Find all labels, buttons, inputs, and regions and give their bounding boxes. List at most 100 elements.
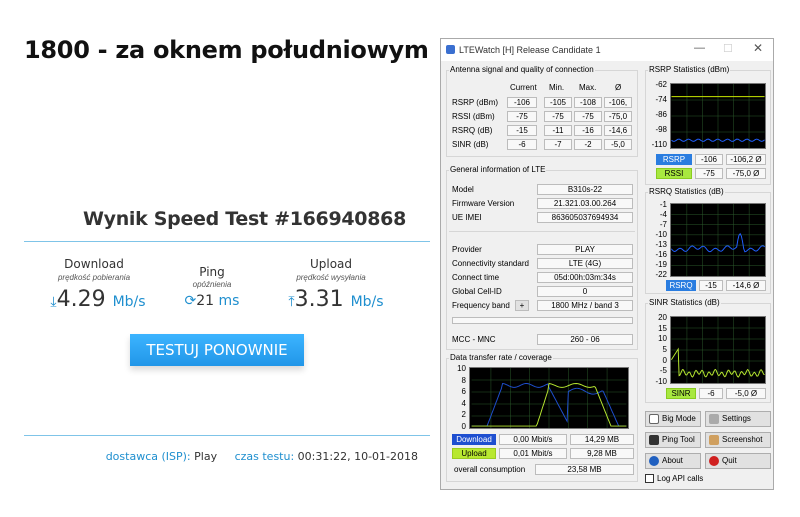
screenshot-icon [709, 434, 719, 445]
rsrp-stats-group: RSRP Statistics (dBm) -62 -74 -86 -98 -110 R… [645, 65, 771, 185]
fw-value: 21.321.03.00.264 [537, 198, 633, 209]
axis-tick-label: -16 [655, 250, 667, 259]
upload-value: ⤒3.31 Mb/s [288, 287, 384, 312]
sinr-average: -5,0 Ø [726, 388, 766, 399]
axis-tick-label: 10 [457, 364, 466, 373]
antenna-cell: -105 [544, 97, 572, 108]
quit-button[interactable]: Quit [705, 453, 771, 469]
maximize-icon[interactable]: ☐ [723, 42, 733, 55]
sinr-stats-group: SINR Statistics (dB) 20 15 10 5 0 -5 -10 SINR … [645, 298, 771, 403]
axis-tick-label: -98 [655, 125, 667, 134]
std-label: Connectivity standard [452, 259, 529, 268]
sinr-current: -6 [699, 388, 723, 399]
download-rate: 0,00 Mbit/s [499, 434, 567, 445]
group-title: SINR Statistics (dB) [648, 298, 721, 307]
antenna-row-label: RSRQ (dB) [452, 126, 493, 135]
antenna-cell: -106 [507, 97, 537, 108]
transfer-graph [469, 367, 629, 429]
ping-sub: opóźnienia [192, 280, 232, 289]
rsrp-average: -106,2 Ø [726, 154, 766, 165]
isp-label: dostawca (ISP): [105, 450, 191, 463]
antenna-cell: -11 [544, 125, 572, 136]
antenna-cell: -75 [544, 111, 572, 122]
rsrq-legend: RSRQ [666, 280, 696, 291]
antenna-cell: -7 [544, 139, 572, 150]
time-value: 00:31:22, 10-01-2018 [297, 450, 418, 463]
axis-tick-label: 10 [658, 334, 667, 344]
log-api-label: Log API calls [657, 474, 704, 483]
info-icon [649, 455, 659, 466]
axis-tick-label: -110 [651, 140, 667, 149]
antenna-cell: -15 [507, 125, 537, 136]
divider [24, 435, 430, 436]
col-header: Ø [615, 83, 622, 92]
upload-label: Upload [309, 257, 353, 271]
model-value: B310s-22 [537, 184, 633, 195]
axis-tick-label: -10 [655, 377, 667, 386]
big-mode-button[interactable]: Big Mode [645, 411, 701, 427]
axis-tick-label: 2 [461, 410, 466, 420]
log-api-checkbox[interactable] [645, 474, 654, 483]
screenshot-button[interactable]: Screenshot [705, 432, 771, 448]
axis-tick-label: 15 [658, 323, 667, 333]
mcc-value: 260 - 06 [537, 334, 633, 345]
upload-sub: prędkość wysyłania [296, 273, 366, 282]
axis-tick-label: -22 [655, 270, 667, 279]
divider [24, 241, 430, 242]
isp-value: Play [194, 450, 218, 463]
antenna-cell: -5,0 [604, 139, 632, 150]
axis-tick-label: -13 [655, 240, 667, 249]
upload-total: 9,28 MB [570, 448, 634, 459]
speedtest-panel: Wynik Speed Test #166940868 Download prę… [24, 205, 430, 473]
upload-rate: 0,01 Mbit/s [499, 448, 567, 459]
axis-tick-label: 5 [662, 345, 667, 354]
col-header: Max. [579, 83, 597, 92]
antenna-row-label: RSRP (dBm) [452, 98, 499, 107]
antenna-cell: -2 [574, 139, 602, 150]
connect-time-value: 05d:00h:03m:34s [537, 272, 633, 283]
divider [449, 231, 635, 232]
axis-tick-label: 6 [461, 387, 466, 397]
about-button[interactable]: About [645, 453, 701, 469]
axis-tick-label: -19 [655, 260, 667, 269]
antenna-cell: -106, [604, 97, 632, 108]
antenna-cell: -16 [574, 125, 602, 136]
band-expand-button[interactable]: + [515, 300, 529, 311]
rssi-legend: RSSI [656, 168, 692, 179]
axis-tick-label: 8 [461, 375, 466, 385]
upload-legend: Upload [452, 448, 496, 459]
ltewatch-window: LTEWatch [H] Release Candidate 1 — ☐ ✕ A… [440, 38, 774, 490]
ping-tool-button[interactable]: Ping Tool [645, 432, 701, 448]
speedtest-footer: dostawca (ISP): Play czas testu: 00:31:2… [24, 450, 418, 463]
axis-tick-label: -86 [655, 110, 667, 119]
download-sub: prędkość pobierania [57, 273, 131, 282]
sinr-legend: SINR [666, 388, 696, 399]
overall-label: overall consumption [454, 465, 526, 474]
axis-tick-label: -10 [655, 230, 667, 239]
rsrp-graph [670, 83, 766, 149]
group-title: General information of LTE [449, 165, 547, 174]
magnifier-icon [649, 413, 659, 424]
download-legend: Download [452, 434, 496, 445]
rssi-average: -75,0 Ø [726, 168, 766, 179]
terminal-icon [649, 434, 659, 445]
imei-value: 863605037694934 [537, 212, 633, 223]
axis-tick-label: -7 [659, 220, 667, 229]
antenna-cell: -14,6 [604, 125, 632, 136]
rsrq-stats-group: RSRQ Statistics (dB) -1 -4 -7 -10 -13 -16 -19-… [645, 187, 771, 294]
group-title: Data transfer rate / coverage [449, 353, 553, 362]
settings-button[interactable]: Settings [705, 411, 771, 427]
ping-value: ⟳21 ms [184, 293, 240, 309]
axis-tick-label: -4 [659, 210, 667, 219]
app-icon [446, 45, 455, 54]
antenna-cell: -75 [574, 111, 602, 122]
title-bar: LTEWatch [H] Release Candidate 1 — ☐ ✕ [441, 39, 773, 61]
refresh-icon: ⟳ [184, 293, 197, 309]
group-title: Antenna signal and quality of connection [449, 65, 595, 74]
minimize-icon[interactable]: — [694, 42, 705, 54]
retest-button[interactable]: TESTUJ PONOWNIE [130, 334, 304, 366]
mcc-label: MCC - MNC [452, 335, 496, 344]
general-group: General information of LTE Model B310s-2… [446, 165, 638, 350]
speedtest-title: Wynik Speed Test #166940868 [82, 208, 406, 230]
close-icon[interactable]: ✕ [753, 41, 763, 55]
